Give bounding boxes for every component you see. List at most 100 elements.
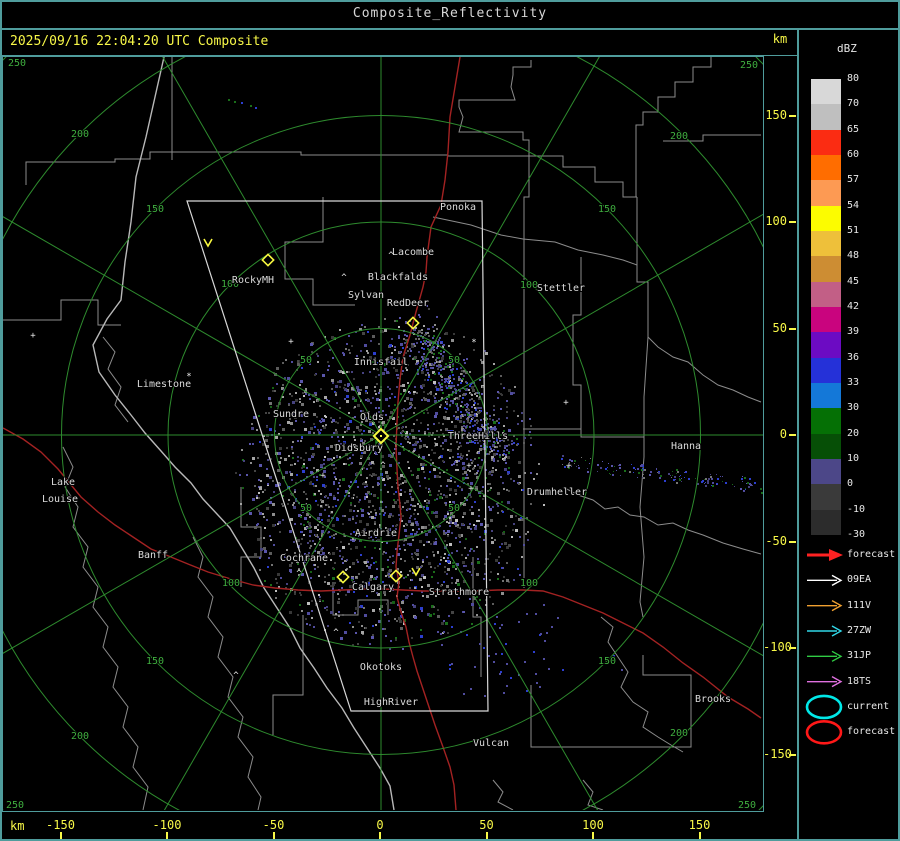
legend-item-label: 09EA: [847, 574, 872, 586]
city-label: Strathmore: [429, 587, 489, 598]
colorbar-swatch: [811, 357, 841, 383]
window-title: Composite_Reflectivity: [352, 6, 548, 21]
city-label: Limestone: [137, 379, 191, 390]
city-label: Didsbury: [335, 443, 383, 454]
colorbar-tick-label: 70: [847, 98, 860, 110]
colorbar-swatch: [811, 180, 841, 206]
bottom-axis-tick-label: 50: [479, 818, 494, 832]
right-axis-tick-label: 0: [779, 427, 787, 441]
colorbar-swatch: [811, 509, 841, 535]
colorbar-swatch: [811, 129, 841, 155]
bottom-axis: km -150 -100 -50 0 50 100 150: [0, 811, 797, 841]
city-label: RockyMH: [232, 275, 274, 286]
legend-item-label: forecast: [847, 549, 896, 560]
colorbar-swatch: [811, 230, 841, 257]
colorbar-swatch: [811, 484, 841, 510]
colorbar-panel: dBZ 80 70 65 60 57 54 51 48 45 42 39 36 33 30 20 10 0 -10…: [799, 30, 900, 841]
city-label: Banff: [138, 550, 168, 561]
colorbar-tick-label: 48: [847, 250, 860, 262]
range-ring-label: 50: [448, 503, 460, 514]
right-axis-tick-label: -150: [763, 746, 792, 761]
right-axis-tick: [789, 327, 796, 330]
colorbar-tick-label: 33: [847, 376, 860, 388]
colorbar-tick-label: 45: [847, 275, 860, 287]
bottom-axis-tick: [485, 832, 488, 840]
city-label: HighRiver: [364, 697, 418, 708]
city-label: Louise: [42, 494, 78, 505]
colorbar-tick-label: 65: [847, 123, 860, 135]
range-ring-label: 250: [738, 800, 756, 810]
colorbar-tick-label: 54: [847, 199, 860, 211]
bottom-axis-tick: [698, 832, 701, 840]
colorbar-swatch: [811, 382, 841, 409]
point-marker-icon: +: [563, 398, 569, 408]
point-marker-icon: +: [320, 471, 326, 481]
city-label: Drumheller: [527, 487, 587, 498]
city-label: Lake: [51, 477, 75, 488]
colorbar-tick-label: 51: [847, 224, 860, 236]
colorbar-tick-label: 60: [847, 148, 860, 160]
header-bar: 2025/09/16 22:04:20 UTC Composite: [0, 30, 797, 55]
right-axis-tick-label: 150: [765, 107, 787, 122]
range-ring-label: 100: [520, 280, 538, 291]
point-marker-icon: *: [186, 372, 191, 382]
city-diamond-icon: [261, 253, 275, 267]
colorbar-tick-label: 80: [847, 73, 860, 84]
right-axis-tick: [789, 221, 796, 223]
radar-viewer-window: Composite_Reflectivity 2025/09/16 22:04:…: [0, 0, 900, 841]
colorbar-tick-label: 30: [847, 402, 860, 414]
colorbar-swatch: [811, 154, 841, 181]
range-ring-label: 50: [300, 355, 312, 366]
city-label: Brooks: [695, 694, 731, 705]
city-label: Sundre: [273, 409, 309, 420]
legend-item-label: forecast: [847, 726, 896, 738]
colorbar-tick-label: 42: [847, 300, 860, 312]
right-axis-tick: [789, 434, 796, 436]
range-ring-label: 200: [670, 728, 688, 739]
bottom-axis-tick-label: -100: [152, 818, 182, 832]
colorbar-swatch: [811, 408, 841, 434]
map-layers: 50 5050 50100 100100 100150 150150 150200 20020…: [3, 57, 763, 810]
legend-item-label: 18TS: [847, 675, 872, 687]
bottom-axis-tick-label: 150: [688, 818, 711, 832]
bottom-axis-tick: [592, 832, 594, 840]
city-label: Ponoka: [440, 202, 476, 213]
colorbar-tick-label: 36: [847, 351, 860, 363]
bottom-axis-tick: [272, 832, 275, 840]
point-marker-icon: +: [466, 461, 472, 471]
range-ring-label: 100: [222, 578, 240, 589]
right-axis-tick-label: -50: [765, 533, 787, 548]
colorbar-swatch: [811, 332, 841, 358]
city-label: Airdrie: [355, 528, 397, 539]
point-marker-icon: +: [288, 337, 294, 347]
storm-vector-icon: [203, 238, 213, 248]
bottom-axis-tick-label: -50: [262, 818, 285, 832]
range-ring-label: 50: [300, 503, 312, 514]
right-axis: 150 100 50 0 -50 -100 -150: [763, 57, 797, 810]
city-label: RedDeer: [387, 298, 429, 309]
colorbar-tick-label: 57: [847, 174, 860, 186]
right-axis-tick-label: -100: [763, 640, 792, 654]
right-axis-tick: [789, 114, 796, 117]
colorbar-tick-label: 10: [847, 452, 860, 464]
radar-map-canvas[interactable]: 50 5050 50100 100100 100150 150150 150200 20020…: [3, 57, 763, 810]
point-marker-icon: ^: [388, 251, 394, 261]
right-axis-tick: [789, 647, 796, 649]
city-label: Innisfail: [354, 357, 408, 368]
range-ring-label: 100: [520, 578, 538, 589]
bottom-axis-tick-label: 100: [582, 818, 604, 832]
city-label: Cochrane: [280, 553, 328, 564]
city-label: Olds: [360, 412, 384, 423]
colorbar-swatch: [811, 79, 841, 105]
range-ring-label: 150: [598, 204, 616, 215]
bottom-axis-tick-label: -150: [46, 818, 75, 832]
bottom-axis-tick-label: 0: [376, 818, 384, 832]
range-ring-label: 150: [598, 656, 616, 667]
range-ring-label: 50: [448, 355, 460, 366]
bottom-axis-tick: [166, 832, 168, 840]
right-axis-tick-label: 100: [765, 214, 787, 228]
point-marker-icon: ^: [380, 461, 386, 471]
colorbar-swatch: [811, 306, 841, 333]
city-label: Calgary: [352, 582, 394, 593]
colorbar-swatch: [811, 433, 841, 459]
